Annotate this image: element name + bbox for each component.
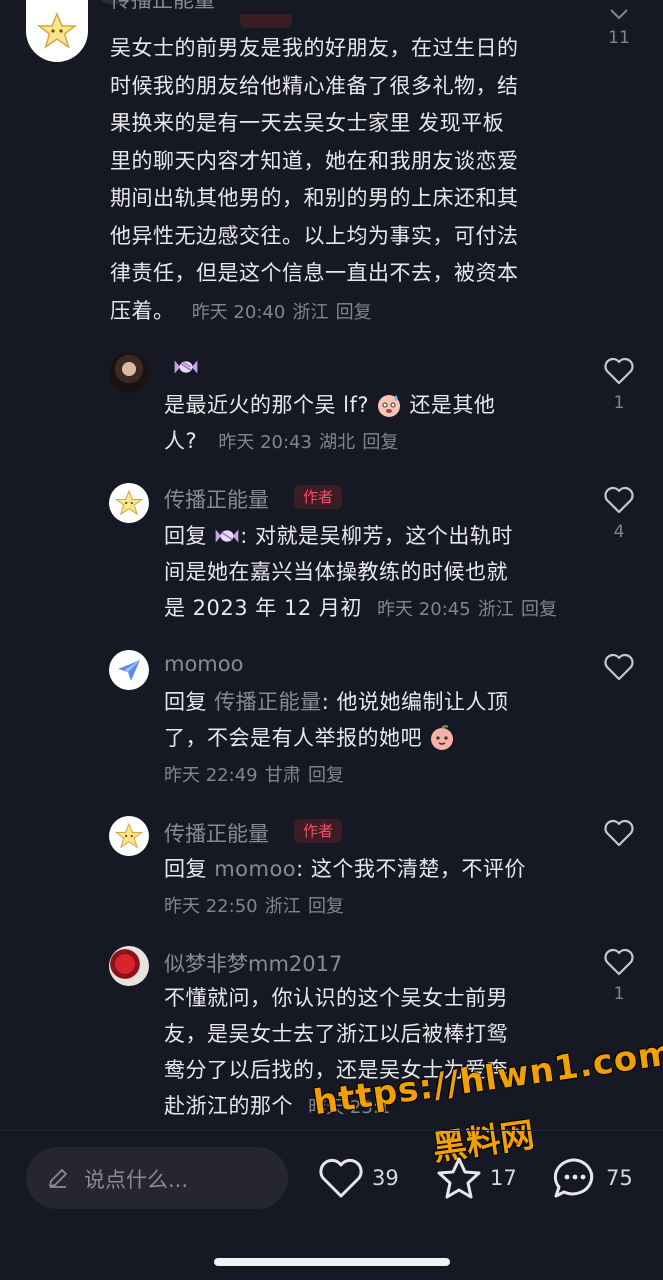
- like-control[interactable]: 11: [597, 8, 641, 48]
- divider: [0, 1130, 663, 1131]
- comment-count: 75: [606, 1166, 633, 1190]
- star-avatar-icon: [37, 12, 77, 49]
- username[interactable]: momoo: [164, 652, 243, 676]
- reply-button[interactable]: 回复: [308, 765, 344, 786]
- comment-input[interactable]: 说点什么...: [26, 1147, 288, 1209]
- comment-line: 友，是吴女士去了浙江以后被棒打鸳: [164, 1022, 508, 1046]
- comment-line: 期间出轨其他男的，和别的男的上床还和其: [110, 186, 519, 210]
- like-count: 39: [372, 1166, 399, 1190]
- username[interactable]: 传播正能量: [164, 484, 269, 514]
- comment-action[interactable]: 75: [552, 1154, 633, 1202]
- avatar[interactable]: [109, 353, 149, 393]
- top-comment-username: 传播正能量: [110, 0, 215, 12]
- comment-line: 了，不会是有人举报的她吧: [164, 726, 422, 750]
- comment-line: 不懂就问，你认识的这个吴女士前男: [164, 986, 508, 1010]
- like-count: 11: [608, 28, 630, 48]
- comment-text: 吴女士的前男友是我的好朋友，在过生日的 时候我的朋友给他精心准备了很多礼物，结 …: [110, 30, 580, 331]
- chevron-down-icon[interactable]: [609, 8, 629, 20]
- peach-face-icon: [431, 725, 454, 750]
- avatar[interactable]: [109, 650, 149, 690]
- paper-plane-icon: [118, 660, 140, 681]
- comment-line: : 他说她编制让人顶: [321, 690, 509, 714]
- comment-text: 回复 : 对就是吴柳芳，这个出轨时 间是她在嘉兴当体操教练的时候也就 是 202…: [164, 518, 584, 628]
- favorite-action[interactable]: 17: [436, 1154, 517, 1202]
- comment-line: 是 2023 年 12 月初: [164, 596, 362, 620]
- candy-icon: [174, 360, 198, 374]
- star-icon: [437, 1157, 481, 1199]
- comment-text: 回复 momoo: 这个我不清楚，不评价 昨天 22:50 浙江 回复: [164, 851, 584, 925]
- author-badge: 作者: [294, 819, 343, 843]
- home-indicator[interactable]: [214, 1258, 450, 1266]
- username[interactable]: 似梦非梦mm2017: [164, 948, 342, 978]
- comment-time: 昨天 22:50: [164, 896, 258, 917]
- comment-text: 回复 传播正能量: 他说她编制让人顶 了，不会是有人举报的她吧 昨天 22:49…: [164, 684, 584, 794]
- comment-line: 压着。: [110, 298, 175, 323]
- comment-line: : 对就是吴柳芳，这个出轨时: [240, 524, 513, 548]
- comment-line: 还是其他: [409, 393, 496, 417]
- reply-prefix: 回复: [164, 524, 207, 548]
- input-placeholder: 说点什么...: [84, 1168, 189, 1192]
- heart-icon: [604, 653, 634, 681]
- username[interactable]: 传播正能量: [164, 818, 269, 848]
- username-emoji: [173, 357, 199, 378]
- comment-line: 人?: [164, 429, 198, 453]
- heart-icon: [604, 819, 634, 847]
- comment-line: 间是她在嘉兴当体操教练的时候也就: [164, 560, 508, 584]
- reply-button[interactable]: 回复: [336, 302, 372, 323]
- comment-bubble-icon: [553, 1158, 594, 1198]
- comment-line: 赴浙江的那个: [164, 1094, 293, 1118]
- like-button[interactable]: 1: [597, 357, 641, 413]
- heart-icon: [319, 1158, 363, 1198]
- comment-line: 律责任，但是这个信息一直出不去，被资本: [110, 261, 519, 285]
- sweat-face-icon: [378, 395, 401, 417]
- reply-button[interactable]: 回复: [308, 896, 344, 917]
- comment-location: 浙江: [292, 301, 329, 323]
- reply-button[interactable]: 回复: [521, 599, 557, 620]
- comment-line: 时候我的朋友给他精心准备了很多礼物，结: [110, 73, 519, 98]
- like-button[interactable]: [597, 653, 641, 689]
- like-count: 1: [613, 984, 625, 1004]
- candy-icon: [215, 529, 239, 543]
- like-action[interactable]: 39: [318, 1154, 399, 1202]
- star-avatar-icon: [115, 822, 143, 849]
- like-count: 1: [613, 393, 625, 413]
- pencil-icon: [49, 1169, 67, 1188]
- comment-text: 是最近火的那个吴 lf? 还是其他 人? 昨天 20:43 湖北 回复: [164, 387, 584, 461]
- reply-target[interactable]: 传播正能量: [214, 690, 322, 714]
- comment-time: 昨天 20:40: [191, 301, 286, 323]
- comment-time: 昨天 22:49: [164, 765, 258, 786]
- author-badge-partial: [240, 14, 292, 28]
- comment-line: 里的聊天内容才知道，她在和我朋友谈恋爱: [110, 148, 519, 173]
- favorite-count: 17: [490, 1166, 517, 1190]
- like-button[interactable]: 1: [597, 948, 641, 1004]
- comment-time: 昨天 20:43: [218, 432, 312, 453]
- comment-line: 他异性无边感交往。以上均为事实，可付法: [110, 223, 519, 248]
- avatar[interactable]: [109, 483, 149, 523]
- like-count: 4: [613, 522, 625, 542]
- comment-line: 果换来的是有一天去吴女士家里 发现平板: [110, 111, 505, 135]
- star-avatar-icon: [115, 489, 143, 516]
- comment-line: 吴女士的前男友是我的好朋友，在过生日的: [110, 36, 519, 60]
- author-badge: 作者: [294, 485, 343, 509]
- like-button[interactable]: 4: [597, 486, 641, 542]
- heart-icon: [604, 486, 634, 514]
- avatar[interactable]: [26, 0, 88, 62]
- comment-location: 浙江: [477, 599, 514, 620]
- comment-location: 浙江: [264, 896, 301, 917]
- comment-location: 甘肃: [264, 765, 301, 786]
- reply-button[interactable]: 回复: [362, 432, 398, 453]
- comment-line: 是最近火的那个吴 lf?: [164, 393, 370, 417]
- comment-line: : 这个我不清楚，不评价: [296, 857, 526, 881]
- like-button[interactable]: [597, 819, 641, 855]
- comment-location: 湖北: [319, 432, 356, 453]
- reply-prefix: 回复: [164, 690, 207, 714]
- reply-prefix: 回复: [164, 857, 207, 881]
- comment-time: 昨天 20:45: [377, 599, 471, 620]
- avatar[interactable]: [109, 946, 149, 986]
- heart-icon: [604, 948, 634, 976]
- heart-icon: [604, 357, 634, 385]
- avatar[interactable]: [109, 816, 149, 856]
- reply-target[interactable]: momoo: [214, 857, 296, 881]
